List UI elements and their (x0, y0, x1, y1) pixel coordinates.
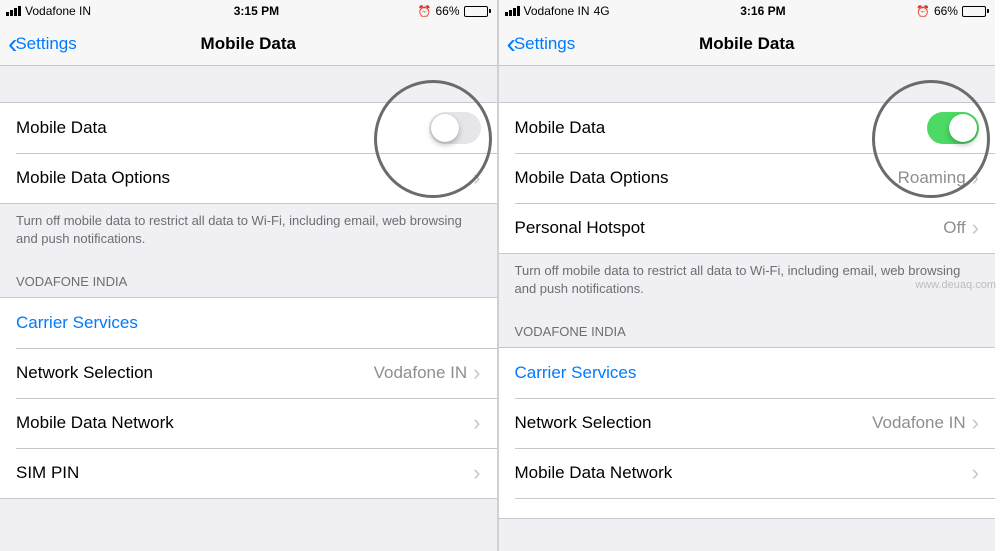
row-carrier-services[interactable]: Carrier Services (0, 298, 497, 348)
row-sim-pin[interactable] (499, 498, 996, 518)
carrier-label: Vodafone IN (524, 4, 590, 18)
row-label: Carrier Services (16, 313, 138, 333)
screen-left: Vodafone IN 3:15 PM ⏰ 66% ‹ Settings Mob… (0, 0, 497, 551)
row-mobile-data[interactable]: Mobile Data (0, 103, 497, 153)
battery-pct: 66% (435, 4, 459, 18)
battery-icon (464, 6, 491, 17)
row-label: Mobile Data Network (515, 463, 673, 483)
chevron-right-icon: › (972, 165, 979, 191)
row-value: Vodafone IN (872, 413, 966, 433)
row-label: Mobile Data Options (16, 168, 170, 188)
battery-icon (962, 6, 989, 17)
row-mobile-data-network[interactable]: Mobile Data Network › (499, 448, 996, 498)
chevron-right-icon: › (473, 410, 480, 436)
row-value: Off (943, 218, 965, 238)
battery-pct: 66% (934, 4, 958, 18)
row-mobile-data-options[interactable]: Mobile Data Options Roaming › (499, 153, 996, 203)
back-label: Settings (514, 34, 575, 54)
back-button[interactable]: ‹ Settings (8, 30, 77, 58)
carrier-label: Vodafone IN (25, 4, 91, 18)
chevron-right-icon: › (972, 410, 979, 436)
mobile-data-toggle[interactable] (927, 112, 979, 144)
row-label: Mobile Data Network (16, 413, 174, 433)
section-header: VODAFONE INDIA (499, 305, 996, 347)
row-label: Carrier Services (515, 363, 637, 383)
section-footer: Turn off mobile data to restrict all dat… (0, 204, 497, 255)
status-bar: Vodafone IN 4G 3:16 PM ⏰ 66% (499, 0, 996, 22)
signal-icon (6, 6, 21, 16)
nav-bar: ‹ Settings Mobile Data (0, 22, 497, 66)
row-value: Vodafone IN (374, 363, 468, 383)
signal-icon (505, 6, 520, 16)
row-label: SIM PIN (16, 463, 79, 483)
chevron-right-icon: › (473, 460, 480, 486)
row-label: Network Selection (16, 363, 153, 383)
row-carrier-services[interactable]: Carrier Services (499, 348, 996, 398)
clock: 3:15 PM (234, 4, 279, 18)
mobile-data-toggle[interactable] (429, 112, 481, 144)
row-mobile-data[interactable]: Mobile Data (499, 103, 996, 153)
chevron-right-icon: › (473, 165, 480, 191)
screen-right: Vodafone IN 4G 3:16 PM ⏰ 66% ‹ Settings … (499, 0, 996, 551)
alarm-icon: ⏰ (418, 5, 432, 18)
chevron-right-icon: › (473, 360, 480, 386)
chevron-right-icon: › (972, 215, 979, 241)
row-label: Mobile Data (515, 118, 606, 138)
row-mobile-data-network[interactable]: Mobile Data Network › (0, 398, 497, 448)
alarm-icon: ⏰ (916, 5, 930, 18)
row-value: Roaming (898, 168, 966, 188)
nav-bar: ‹ Settings Mobile Data (499, 22, 996, 66)
row-personal-hotspot[interactable]: Personal Hotspot Off › (499, 203, 996, 253)
row-network-selection[interactable]: Network Selection Vodafone IN › (499, 398, 996, 448)
back-button[interactable]: ‹ Settings (507, 30, 576, 58)
status-bar: Vodafone IN 3:15 PM ⏰ 66% (0, 0, 497, 22)
row-network-selection[interactable]: Network Selection Vodafone IN › (0, 348, 497, 398)
row-sim-pin[interactable]: SIM PIN › (0, 448, 497, 498)
clock: 3:16 PM (740, 4, 785, 18)
section-header: VODAFONE INDIA (0, 255, 497, 297)
chevron-right-icon: › (972, 460, 979, 486)
back-label: Settings (15, 34, 76, 54)
row-label: Personal Hotspot (515, 218, 645, 238)
row-mobile-data-options[interactable]: Mobile Data Options › (0, 153, 497, 203)
row-label: Network Selection (515, 413, 652, 433)
watermark: www.deuaq.com (915, 279, 996, 291)
network-label: 4G (594, 4, 610, 18)
row-label: Mobile Data Options (515, 168, 669, 188)
row-label: Mobile Data (16, 118, 107, 138)
